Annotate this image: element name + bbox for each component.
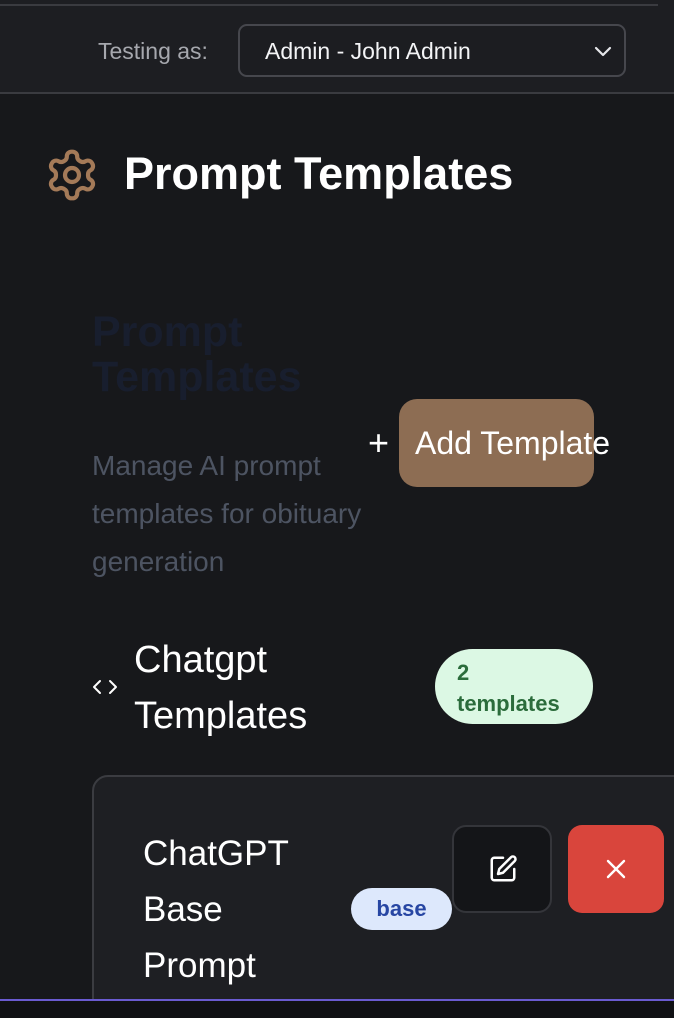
group-title: Chatgpt Templates [134, 639, 308, 737]
page-title: Prompt Templates [124, 148, 514, 199]
section-description: Manage AI prompt templates for obituary … [92, 450, 362, 577]
template-name: ChatGPT Base Prompt [143, 834, 289, 985]
chevron-down-icon [594, 46, 612, 57]
edit-template-button[interactable] [452, 825, 552, 913]
section-title: Prompt Templates [92, 308, 302, 401]
plus-icon: + [368, 422, 390, 463]
gear-icon [48, 149, 96, 201]
top-bar: Testing as: Admin - John Admin [0, 0, 674, 94]
add-template-label: Add Template [415, 425, 611, 461]
role-select-value: Admin - John Admin [265, 38, 471, 64]
top-divider [0, 0, 658, 6]
delete-template-button[interactable] [568, 825, 664, 913]
bottom-edge [0, 999, 674, 1018]
testing-as-label: Testing as: [98, 38, 208, 64]
template-count-badge: 2 templates [435, 649, 593, 724]
code-icon [93, 680, 117, 694]
page: Testing as: Admin - John Admin Prompt Te… [0, 0, 674, 1018]
template-type-badge: base [351, 888, 452, 930]
edit-icon [490, 855, 517, 882]
close-icon [606, 859, 626, 879]
role-select[interactable]: Admin - John Admin [238, 24, 626, 77]
